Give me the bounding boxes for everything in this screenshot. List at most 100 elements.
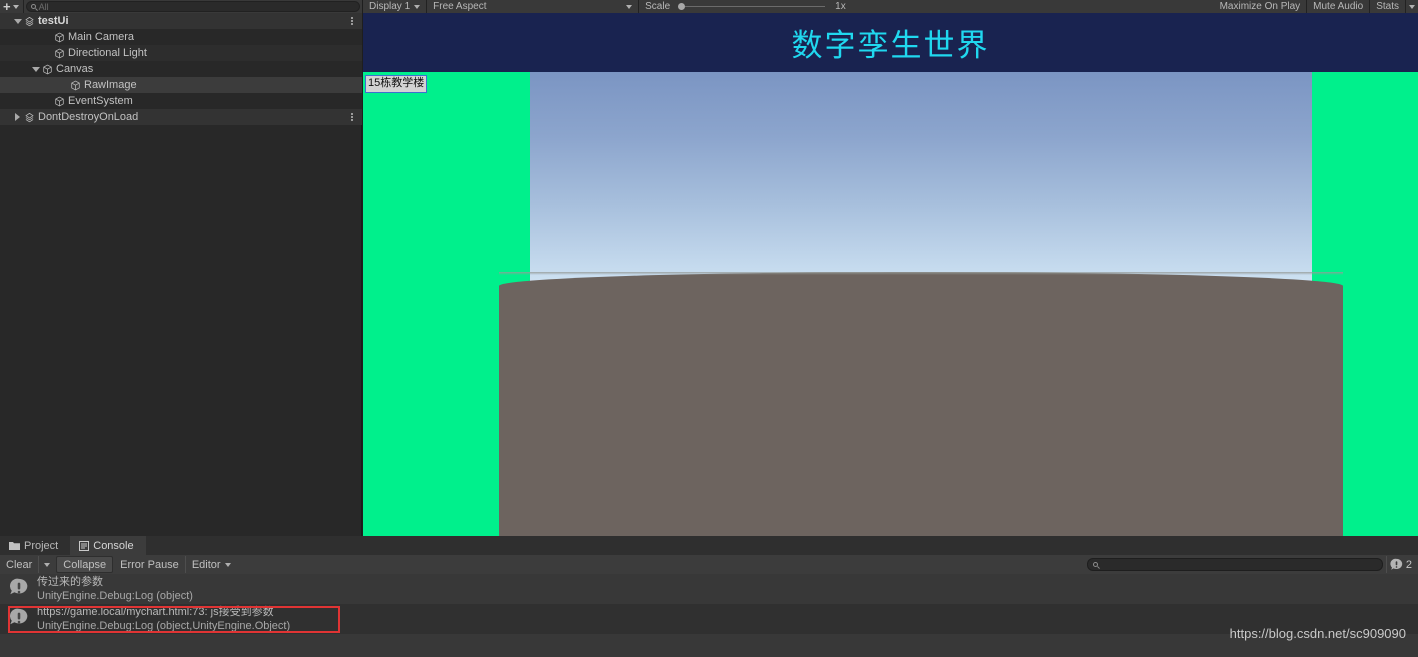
chevron-right-icon[interactable] — [12, 113, 23, 121]
game-view-panel: Display 1 Free Aspect Scale 1x Maximize … — [363, 0, 1418, 536]
clear-dropdown[interactable] — [38, 556, 55, 573]
log-count-value: 2 — [1405, 558, 1412, 571]
error-pause-toggle[interactable]: Error Pause — [114, 556, 185, 573]
mute-audio-toggle[interactable]: Mute Audio — [1307, 0, 1371, 13]
error-pause-label: Error Pause — [120, 558, 179, 571]
info-log-icon — [8, 577, 30, 602]
chevron-down-icon[interactable] — [12, 18, 23, 24]
console-icon — [79, 540, 90, 551]
log-message: https://game.local/mychart.html:73: js接受… — [37, 606, 274, 618]
console-search-input[interactable] — [1086, 558, 1383, 571]
chevron-down-icon — [12, 4, 19, 9]
hierarchy-panel: + All testUi Main Camera Directional Light… — [0, 0, 362, 536]
display-dropdown-label: Display 1 — [369, 1, 411, 12]
toolbar-divider — [22, 0, 24, 13]
chevron-down-icon[interactable] — [30, 66, 41, 72]
gameobject-icon — [53, 32, 66, 43]
hierarchy-toolbar: + All — [0, 0, 362, 13]
hierarchy-row-label: testUi — [38, 15, 69, 27]
scene-icon — [23, 16, 36, 27]
add-gameobject-button[interactable]: + — [0, 0, 23, 13]
chevron-down-icon — [414, 4, 421, 9]
search-icon — [1092, 562, 1098, 567]
console-tab-bar: Project Console — [0, 536, 1418, 555]
scale-slider[interactable]: Scale 1x — [639, 0, 852, 13]
hierarchy-row-main-camera[interactable]: Main Camera — [0, 29, 362, 45]
hierarchy-row-testui[interactable]: testUi — [0, 13, 362, 29]
scale-slider-control[interactable] — [674, 3, 826, 10]
chevron-down-icon — [626, 4, 633, 9]
hierarchy-row-eventsystem[interactable]: EventSystem — [0, 93, 362, 109]
stats-label: Stats — [1376, 1, 1399, 12]
chevron-down-icon — [224, 562, 231, 567]
maximize-on-play-toggle[interactable]: Maximize On Play — [1214, 0, 1308, 13]
console-log-list[interactable]: 传过来的参数 UnityEngine.Debug:Log (object) http… — [0, 574, 1418, 657]
stats-toggle[interactable]: Stats — [1370, 0, 1406, 13]
log-count-badge[interactable]: 2 — [1385, 556, 1418, 573]
clear-button[interactable]: Clear — [0, 556, 38, 573]
search-icon — [30, 4, 36, 9]
tab-project[interactable]: Project — [0, 536, 70, 555]
mute-audio-label: Mute Audio — [1313, 1, 1364, 12]
game-viewport[interactable]: 数字孪生世界 15栋教学楼 — [363, 13, 1418, 536]
chevron-down-icon — [44, 562, 51, 567]
hierarchy-row-label: Main Camera — [68, 31, 135, 43]
hierarchy-row-label: RawImage — [84, 79, 137, 91]
slider-handle[interactable] — [678, 3, 686, 10]
log-entry-text: https://game.local/mychart.html:73: js接受… — [37, 605, 290, 633]
collapse-toggle-label: Collapse — [63, 558, 107, 571]
console-toolbar: Clear Collapse Error Pause Editor 2 — [0, 555, 1418, 574]
building-label[interactable]: 15栋教学楼 — [365, 75, 428, 93]
hierarchy-search-input[interactable]: All — [25, 1, 360, 12]
scene-title-bar: 数字孪生世界 — [363, 13, 1418, 72]
scale-value: 1x — [835, 1, 846, 12]
log-stacktrace: UnityEngine.Debug:Log (object) — [37, 590, 193, 602]
folder-icon — [9, 542, 20, 550]
ground-plane — [498, 272, 1344, 536]
chevron-down-icon — [1409, 4, 1415, 9]
aspect-dropdown-label: Free Aspect — [433, 1, 487, 12]
hierarchy-tree[interactable]: testUi Main Camera Directional Light Canvas… — [0, 13, 362, 536]
row-context-menu-icon[interactable] — [351, 17, 353, 25]
slider-track[interactable] — [685, 6, 826, 7]
hierarchy-row-canvas[interactable]: Canvas — [0, 61, 362, 77]
scene-icon — [23, 112, 36, 123]
tab-console[interactable]: Console — [70, 536, 146, 555]
hierarchy-row-dontdestroyonload[interactable]: DontDestroyOnLoad — [0, 109, 362, 125]
gameobject-icon — [41, 64, 54, 75]
3d-scene-render[interactable] — [498, 72, 1344, 536]
editor-dropdown-label: Editor — [191, 558, 221, 571]
info-log-icon — [1390, 558, 1403, 570]
scene-title: 数字孪生世界 — [791, 28, 990, 64]
gameobject-icon — [53, 48, 66, 59]
console-log-entry[interactable]: 传过来的参数 UnityEngine.Debug:Log (object) — [0, 574, 1418, 604]
tab-console-label: Console — [93, 539, 134, 552]
maximize-on-play-label: Maximize On Play — [1219, 1, 1301, 12]
gizmos-dropdown[interactable] — [1406, 0, 1418, 13]
hierarchy-row-directional-light[interactable]: Directional Light — [0, 45, 362, 61]
gameobject-icon — [69, 80, 82, 91]
editor-dropdown[interactable]: Editor — [184, 556, 237, 573]
log-message: 传过来的参数 — [37, 576, 103, 588]
hierarchy-row-label: Canvas — [56, 63, 94, 75]
plus-icon: + — [3, 0, 11, 14]
console-log-entry[interactable]: https://game.local/mychart.html:73: js接受… — [0, 604, 1418, 634]
hierarchy-row-label: EventSystem — [68, 95, 133, 107]
scale-label: Scale — [645, 1, 671, 12]
collapse-toggle[interactable]: Collapse — [56, 556, 114, 573]
game-view-toolbar: Display 1 Free Aspect Scale 1x Maximize … — [363, 0, 1418, 13]
clear-button-label: Clear — [6, 558, 33, 571]
aspect-dropdown[interactable]: Free Aspect — [427, 0, 640, 13]
log-stacktrace: UnityEngine.Debug:Log (object,UnityEngin… — [37, 620, 291, 632]
hierarchy-search-placeholder: All — [38, 1, 49, 12]
watermark-text: https://blog.csdn.net/sc909090 — [1229, 626, 1406, 641]
hierarchy-row-label: DontDestroyOnLoad — [38, 111, 139, 123]
console-panel: Project Console Clear Collapse Error Pau… — [0, 536, 1418, 657]
row-context-menu-icon[interactable] — [351, 113, 353, 121]
log-entry-text: 传过来的参数 UnityEngine.Debug:Log (object) — [37, 575, 193, 603]
display-dropdown[interactable]: Display 1 — [363, 0, 428, 13]
hierarchy-row-label: Directional Light — [68, 47, 147, 59]
hierarchy-row-rawimage[interactable]: RawImage — [0, 77, 362, 93]
tab-project-label: Project — [24, 539, 59, 552]
gameobject-icon — [53, 96, 66, 107]
